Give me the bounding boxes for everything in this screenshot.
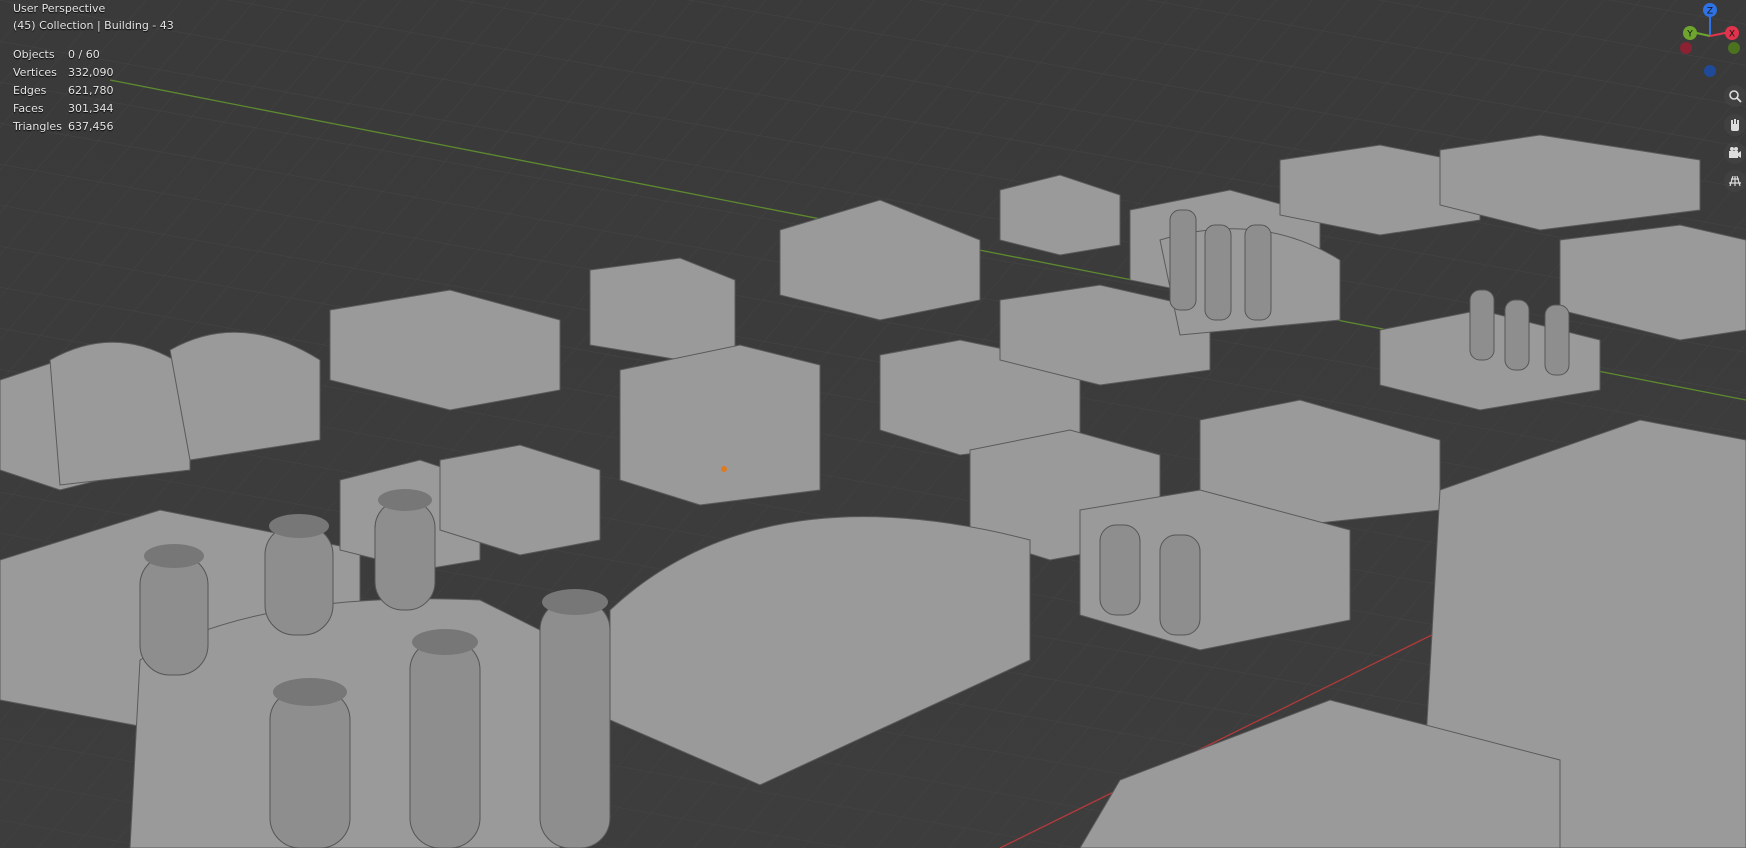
collection-context: (45) Collection | Building - 43	[13, 19, 174, 32]
stat-label: Objects	[13, 48, 55, 61]
neg-z-axis-handle[interactable]	[1704, 65, 1716, 77]
stat-label: Vertices	[13, 66, 57, 79]
stat-row: Edges 621,780	[13, 82, 114, 100]
stat-label: Faces	[13, 102, 44, 115]
stat-value: 301,344	[68, 102, 114, 115]
stat-row: Objects 0 / 60	[13, 46, 114, 64]
x-axis-label: X	[1729, 30, 1735, 40]
stat-row: Faces 301,344	[13, 100, 114, 118]
scene-render	[0, 0, 1746, 848]
stat-value: 332,090	[68, 66, 114, 79]
stat-label: Edges	[13, 84, 47, 97]
stat-value: 621,780	[68, 84, 114, 97]
3d-viewport[interactable]: User Perspective (45) Collection | Build…	[0, 0, 1746, 848]
stat-label: Triangles	[13, 120, 62, 133]
camera-icon[interactable]	[1724, 142, 1746, 164]
statistics-overlay: Objects 0 / 60 Vertices 332,090 Edges 621,7…	[13, 46, 114, 136]
stat-row: Vertices 332,090	[13, 64, 114, 82]
viewport-header: User Perspective (45) Collection | Build…	[13, 0, 174, 34]
view-name: User Perspective	[13, 2, 106, 15]
stat-value: 0 / 60	[68, 48, 100, 61]
grid-perspective-icon[interactable]	[1724, 170, 1746, 192]
stat-value: 637,456	[68, 120, 114, 133]
stat-row: Triangles 637,456	[13, 118, 114, 136]
neg-y-axis-handle[interactable]	[1728, 42, 1740, 54]
z-axis-label: Z	[1707, 7, 1713, 17]
y-axis-label: Y	[1686, 30, 1693, 40]
neg-x-axis-handle[interactable]	[1680, 42, 1692, 54]
navigation-gizmo[interactable]: Z Y X	[1672, 0, 1746, 82]
hand-pan-icon[interactable]	[1724, 114, 1746, 136]
zoom-icon[interactable]	[1724, 85, 1746, 107]
